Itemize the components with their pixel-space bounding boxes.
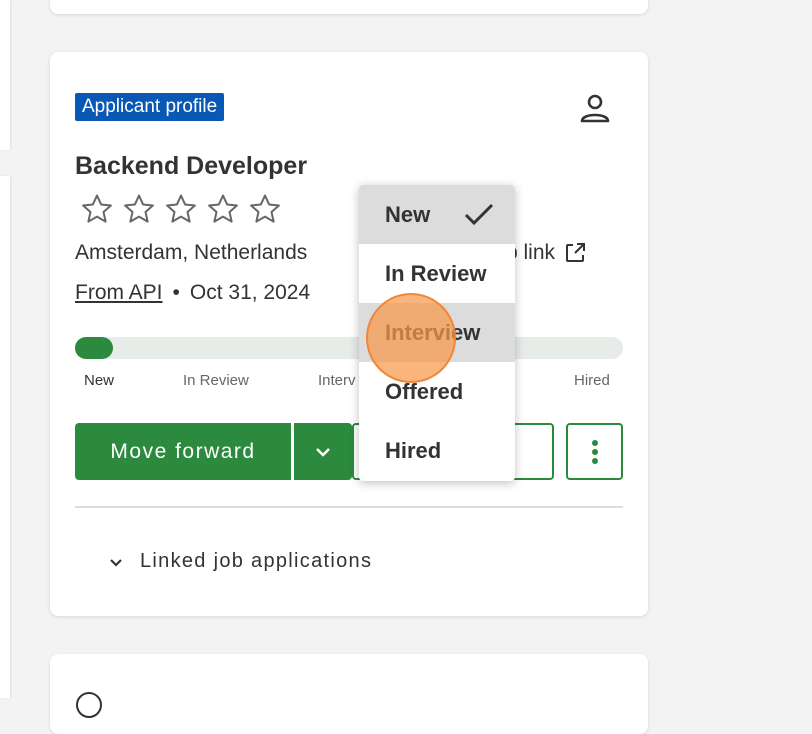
left-panel-top <box>0 0 10 150</box>
menu-item-label[interactable]: New <box>385 202 430 228</box>
previous-card <box>50 0 648 14</box>
section-divider <box>75 506 623 508</box>
stage-progress-fill <box>75 337 114 359</box>
linked-applications-toggle[interactable]: Linked job applications <box>108 550 372 573</box>
move-forward-button[interactable]: Move forward <box>75 423 291 480</box>
stage-label-hired: Hired <box>574 372 610 389</box>
job-link[interactable]: b link <box>506 241 587 265</box>
more-actions-button[interactable] <box>566 423 623 480</box>
source-line: From API • Oct 31, 2024 <box>75 281 310 305</box>
source-link[interactable]: From API <box>75 281 163 305</box>
separator-dot: • <box>172 281 180 304</box>
menu-item-label[interactable]: Hired <box>385 438 441 464</box>
stage-label-in-review: In Review <box>183 372 249 389</box>
move-forward-dropdown-toggle[interactable] <box>294 423 352 480</box>
more-vertical-icon[interactable] <box>591 439 599 465</box>
job-location: Amsterdam, Netherlands <box>75 241 308 264</box>
stage-progress-bar <box>75 337 623 359</box>
next-card <box>50 654 648 734</box>
chevron-down-icon[interactable] <box>313 442 333 462</box>
chevron-down-icon[interactable] <box>108 554 124 570</box>
check-icon <box>464 203 494 226</box>
menu-item-label[interactable]: In Review <box>385 261 486 287</box>
next-card-icon <box>76 692 102 718</box>
job-title: Backend Developer <box>75 152 308 180</box>
applicant-card: Applicant profile Backend Developer Amst… <box>50 52 648 616</box>
rating-stars[interactable] <box>80 192 282 226</box>
menu-item-new[interactable]: New <box>359 185 515 244</box>
stage-label-new: New <box>84 372 115 389</box>
left-panel-bottom <box>0 176 10 698</box>
menu-item-offered[interactable]: Offered <box>359 362 515 421</box>
external-link-icon[interactable] <box>563 241 587 265</box>
star-outline-icon[interactable] <box>80 192 114 226</box>
star-outline-icon[interactable] <box>122 192 156 226</box>
menu-item-label[interactable]: Offered <box>385 379 463 405</box>
stage-label-interview: Interv <box>318 372 356 389</box>
menu-item-label[interactable]: Interview <box>385 320 480 346</box>
menu-item-in-review[interactable]: In Review <box>359 244 515 303</box>
menu-item-interview[interactable]: Interview <box>359 303 515 362</box>
person-icon[interactable] <box>578 92 612 124</box>
applicant-profile-badge: Applicant profile <box>75 93 225 121</box>
menu-item-hired[interactable]: Hired <box>359 421 515 480</box>
star-outline-icon[interactable] <box>164 192 198 226</box>
stage-dropdown-menu: New In Review Interview Offered Hired <box>359 185 515 481</box>
star-outline-icon[interactable] <box>206 192 240 226</box>
linked-applications-label[interactable]: Linked job applications <box>140 550 372 573</box>
applied-date: Oct 31, 2024 <box>189 281 311 304</box>
star-outline-icon[interactable] <box>248 192 282 226</box>
